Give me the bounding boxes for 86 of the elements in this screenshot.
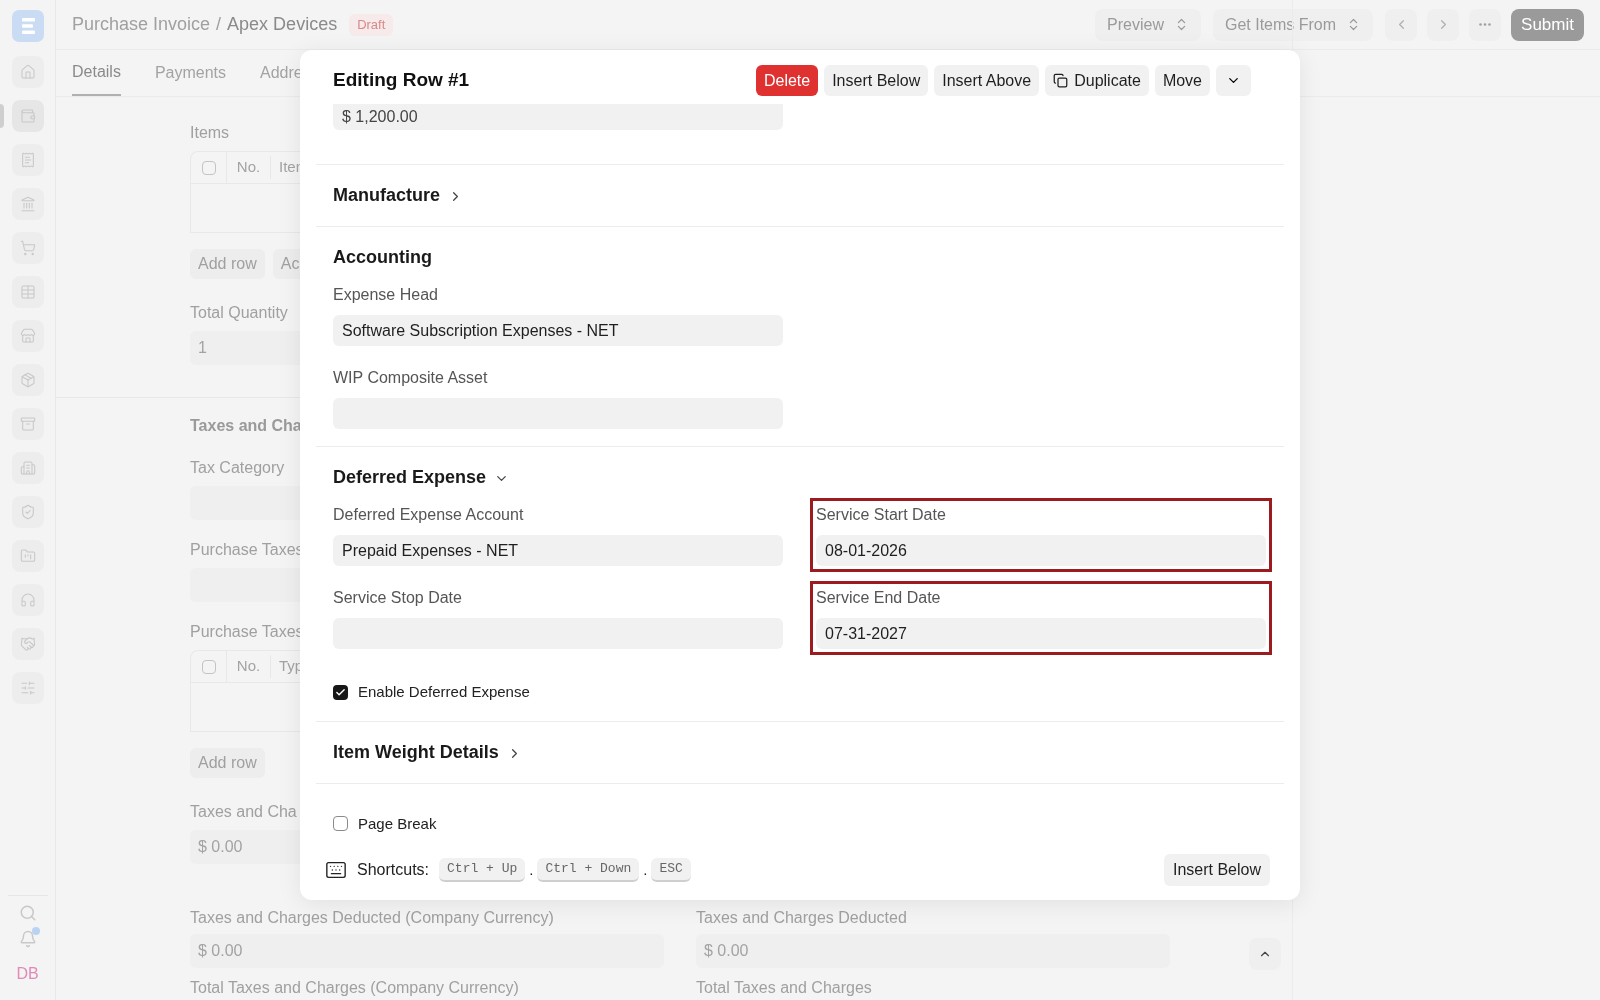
column-header: No.: [227, 156, 271, 179]
copy-icon: [1053, 73, 1069, 88]
field-label: Tax Category: [190, 458, 286, 478]
key-cap: Ctrl + Up: [439, 858, 526, 882]
field-label: Service Start Date: [816, 505, 947, 525]
input-field[interactable]: Software Subscription Expenses - NET: [333, 315, 783, 346]
box-icon[interactable]: [11, 364, 44, 396]
ellipsis-icon: [1479, 23, 1492, 27]
duplicate-button[interactable]: Duplicate: [1045, 65, 1149, 96]
separator-dot: .: [529, 859, 534, 880]
section-title: Taxes and Cha: [190, 417, 302, 434]
checkbox-label: Page Break: [358, 813, 437, 834]
previous-button[interactable]: [1385, 8, 1418, 41]
field-label: Expense Head: [333, 285, 439, 305]
section-title: Accounting: [333, 246, 432, 269]
wallet-icon[interactable]: [11, 100, 44, 132]
field-label: Service Stop Date: [333, 588, 463, 608]
checkbox[interactable]: [333, 816, 348, 832]
field-label: WIP Composite Asset: [333, 368, 489, 388]
receipt-icon[interactable]: [11, 144, 44, 176]
input-field[interactable]: 07-31-2027: [816, 618, 1266, 649]
cart-icon[interactable]: [11, 232, 44, 264]
field-label: Taxes and Charges Deducted: [696, 908, 908, 928]
shortcuts-label: Shortcuts:: [357, 860, 430, 880]
field-label: Total Taxes and Charges: [696, 978, 873, 998]
field-label: Items: [190, 123, 231, 143]
section-toggle[interactable]: Item Weight Details: [333, 738, 499, 766]
input-field[interactable]: 08-01-2026: [816, 535, 1266, 566]
preview-button[interactable]: Preview: [1095, 8, 1201, 41]
search-icon[interactable]: [18, 904, 37, 922]
checkbox-label: Enable Deferred Expense: [358, 682, 530, 702]
submit-button[interactable]: Submit: [1511, 8, 1584, 41]
add-row-button[interactable]: Add row: [190, 748, 265, 778]
key-cap: ESC: [651, 858, 691, 882]
action-button[interactable]: Insert Below: [824, 65, 929, 96]
input-field[interactable]: $ 0.00: [696, 934, 1170, 968]
column-header: No.: [227, 655, 271, 678]
check-icon: [335, 686, 346, 698]
more-button[interactable]: [1469, 8, 1502, 41]
bank-icon[interactable]: [11, 188, 44, 220]
checkbox[interactable]: [201, 160, 216, 175]
home-icon[interactable]: [11, 56, 44, 88]
archive-icon[interactable]: [11, 408, 44, 440]
section-toggle[interactable]: Deferred Expense: [333, 464, 487, 491]
field-label: Taxes and Cha: [190, 802, 298, 822]
handshake-icon[interactable]: [11, 628, 44, 660]
checkbox[interactable]: [201, 659, 216, 674]
action-button[interactable]: Move: [1154, 65, 1210, 96]
breadcrumb-link[interactable]: Purchase Invoice: [72, 11, 211, 39]
shield-icon[interactable]: [11, 496, 44, 528]
input-field[interactable]: Prepaid Expenses - NET: [333, 535, 783, 566]
user-initials[interactable]: DB: [16, 962, 39, 986]
sliders-icon[interactable]: [11, 672, 44, 704]
insert-below-button[interactable]: Insert Below: [1163, 854, 1270, 886]
key-cap: Ctrl + Down: [537, 858, 640, 882]
input-field[interactable]: $ 1,200.00: [333, 104, 783, 130]
section-toggle[interactable]: Manufacture: [333, 182, 440, 209]
table-icon[interactable]: [11, 276, 44, 308]
input-field[interactable]: $ 0.00: [190, 934, 664, 968]
app-logo[interactable]: [11, 10, 44, 42]
checkbox[interactable]: [333, 684, 348, 700]
folder-icon[interactable]: [11, 540, 44, 572]
dialog-title: Editing Row #1: [333, 68, 470, 93]
breadcrumb-separator: /: [216, 13, 222, 37]
status-badge: Draft: [349, 13, 394, 36]
separator-dot: .: [643, 859, 648, 880]
keyboard-icon: [325, 859, 347, 881]
more-actions-button[interactable]: [1216, 65, 1251, 96]
field-label: Service End Date: [816, 588, 942, 608]
headphones-icon[interactable]: [11, 584, 44, 616]
bell-icon[interactable]: [18, 930, 37, 948]
field-label: Taxes and Charges Deducted (Company Currency): [190, 908, 555, 928]
next-button[interactable]: [1427, 8, 1460, 41]
field-label: Total Quantity: [190, 303, 289, 323]
delete-button[interactable]: Delete: [755, 65, 819, 96]
add-row-button[interactable]: Add row: [190, 249, 265, 279]
document-title: Apex Devices: [227, 13, 338, 37]
tab[interactable]: Payments: [154, 50, 227, 96]
building-icon[interactable]: [11, 452, 44, 484]
store-icon[interactable]: [11, 320, 44, 352]
scroll-top-button[interactable]: [1249, 938, 1281, 970]
field-label: Deferred Expense Account: [333, 505, 525, 525]
field-label: Total Taxes and Charges (Company Currency): [190, 978, 520, 998]
action-button[interactable]: Insert Above: [934, 65, 1040, 96]
tab[interactable]: Details: [72, 50, 121, 96]
get-items-button[interactable]: Get Items From: [1212, 8, 1374, 41]
